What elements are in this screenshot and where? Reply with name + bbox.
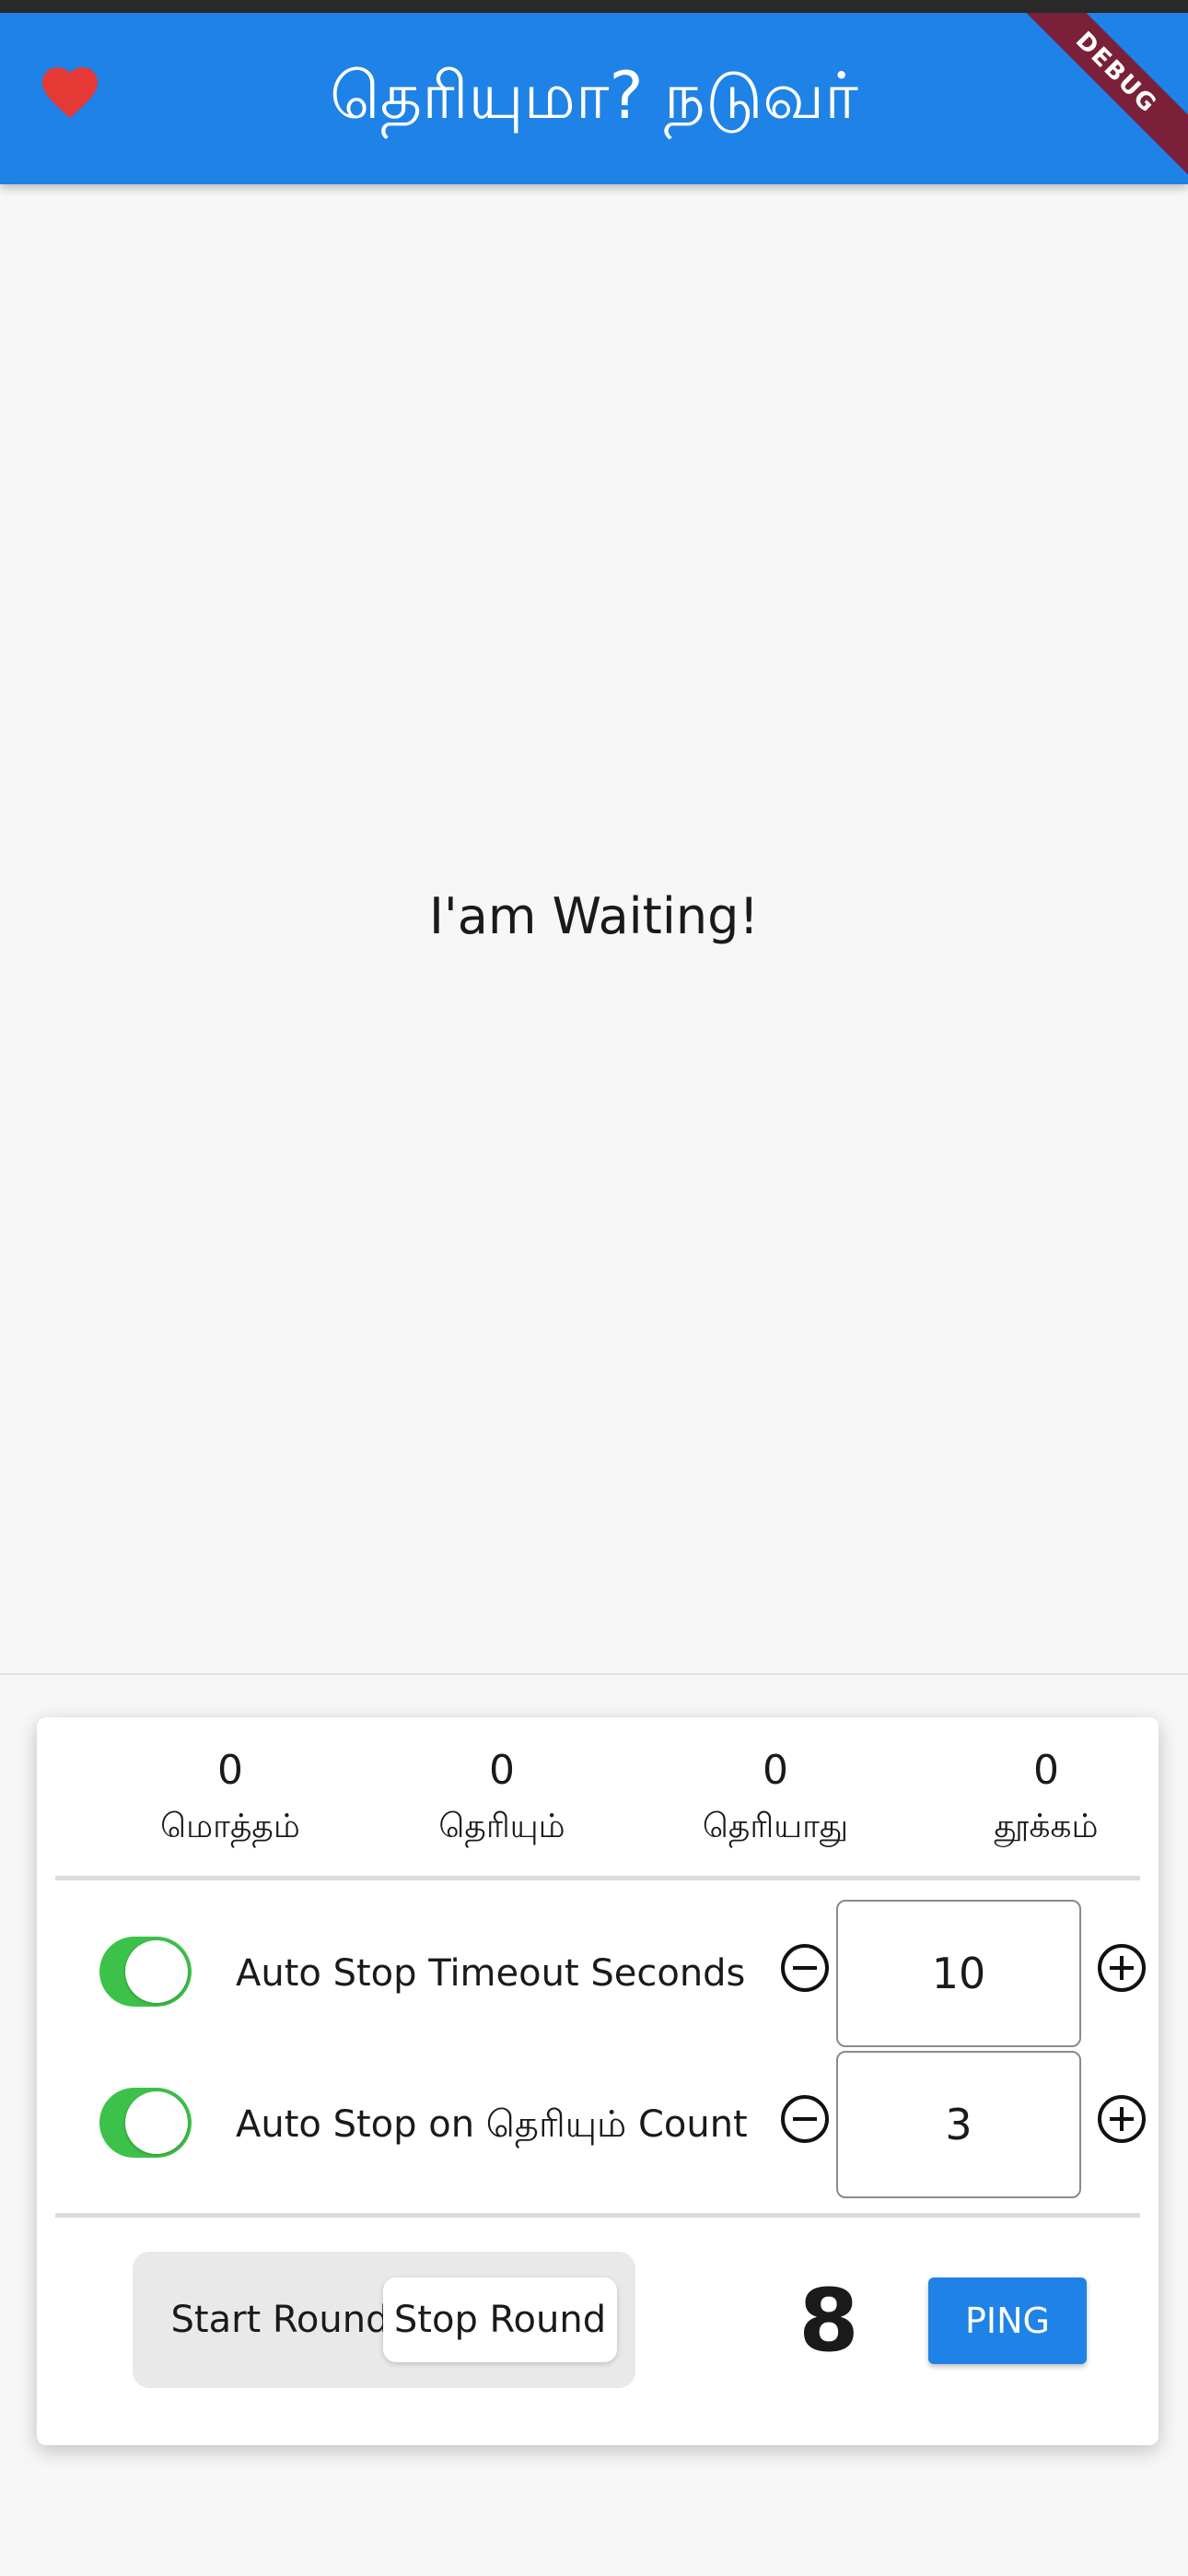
- count-input[interactable]: 3: [836, 2051, 1081, 2198]
- toggle-knob: [125, 1940, 188, 2003]
- stat-value: 0: [763, 1747, 788, 1794]
- stat-total: 0 மொத்தம்: [92, 1743, 368, 1852]
- round-segmented-control: Start Round Stop Round: [133, 2252, 635, 2388]
- stat-value: 0: [217, 1747, 243, 1794]
- setting-label: Auto Stop on தெரியும் Count: [236, 2103, 748, 2146]
- app-bar: தெரியுமா? நடுவர் DEBUG: [0, 13, 1188, 184]
- setting-label: Auto Stop Timeout Seconds: [236, 1952, 746, 1995]
- stop-round-segment[interactable]: Stop Round: [383, 2277, 617, 2362]
- stat-label: தெரியும்: [438, 1808, 565, 1845]
- stat-known: 0 தெரியும்: [364, 1743, 640, 1852]
- stats-divider: [55, 1876, 1140, 1880]
- toggle-knob: [125, 2091, 188, 2154]
- status-text: I'am Waiting!: [429, 887, 759, 945]
- round-counter: 8: [798, 2271, 859, 2371]
- decrement-timeout-button[interactable]: [781, 1944, 829, 1992]
- stat-value: 0: [1033, 1747, 1059, 1794]
- stat-sleep: 0 தூக்கம்: [908, 1743, 1184, 1852]
- ping-button[interactable]: PING: [928, 2277, 1087, 2364]
- minus-icon: [793, 2117, 817, 2121]
- stat-unknown: 0 தெரியாது: [637, 1743, 914, 1852]
- window-top-strip: [0, 0, 1188, 13]
- stat-label: மொத்தம்: [160, 1808, 300, 1845]
- increment-count-button[interactable]: [1098, 2095, 1146, 2143]
- main-content: I'am Waiting!: [0, 184, 1188, 1673]
- content-divider: [0, 1673, 1188, 1675]
- start-round-segment[interactable]: Start Round: [160, 2277, 400, 2362]
- setting-row-count: Auto Stop on தெரியும் Count 3: [37, 2051, 1159, 2198]
- stat-label: தெரியாது: [702, 1808, 849, 1845]
- timeout-input[interactable]: 10: [836, 1900, 1081, 2047]
- increment-timeout-button[interactable]: [1098, 1944, 1146, 1992]
- count-toggle[interactable]: [99, 2088, 192, 2158]
- decrement-count-button[interactable]: [781, 2095, 829, 2143]
- stat-value: 0: [489, 1747, 515, 1794]
- stats-row: 0 மொத்தம் 0 தெரியும் 0 தெரியாது 0 தூக்கம…: [37, 1717, 1159, 1883]
- app-title: தெரியுமா? நடுவர்: [330, 58, 858, 134]
- control-panel: 0 மொத்தம் 0 தெரியும் 0 தெரியாது 0 தூக்கம…: [37, 1717, 1159, 2445]
- stat-label: தூக்கம்: [994, 1808, 1099, 1845]
- minus-icon: [793, 1966, 817, 1970]
- timeout-toggle[interactable]: [99, 1937, 192, 2007]
- settings-divider: [55, 2213, 1140, 2218]
- setting-row-timeout: Auto Stop Timeout Seconds 10: [37, 1900, 1159, 2047]
